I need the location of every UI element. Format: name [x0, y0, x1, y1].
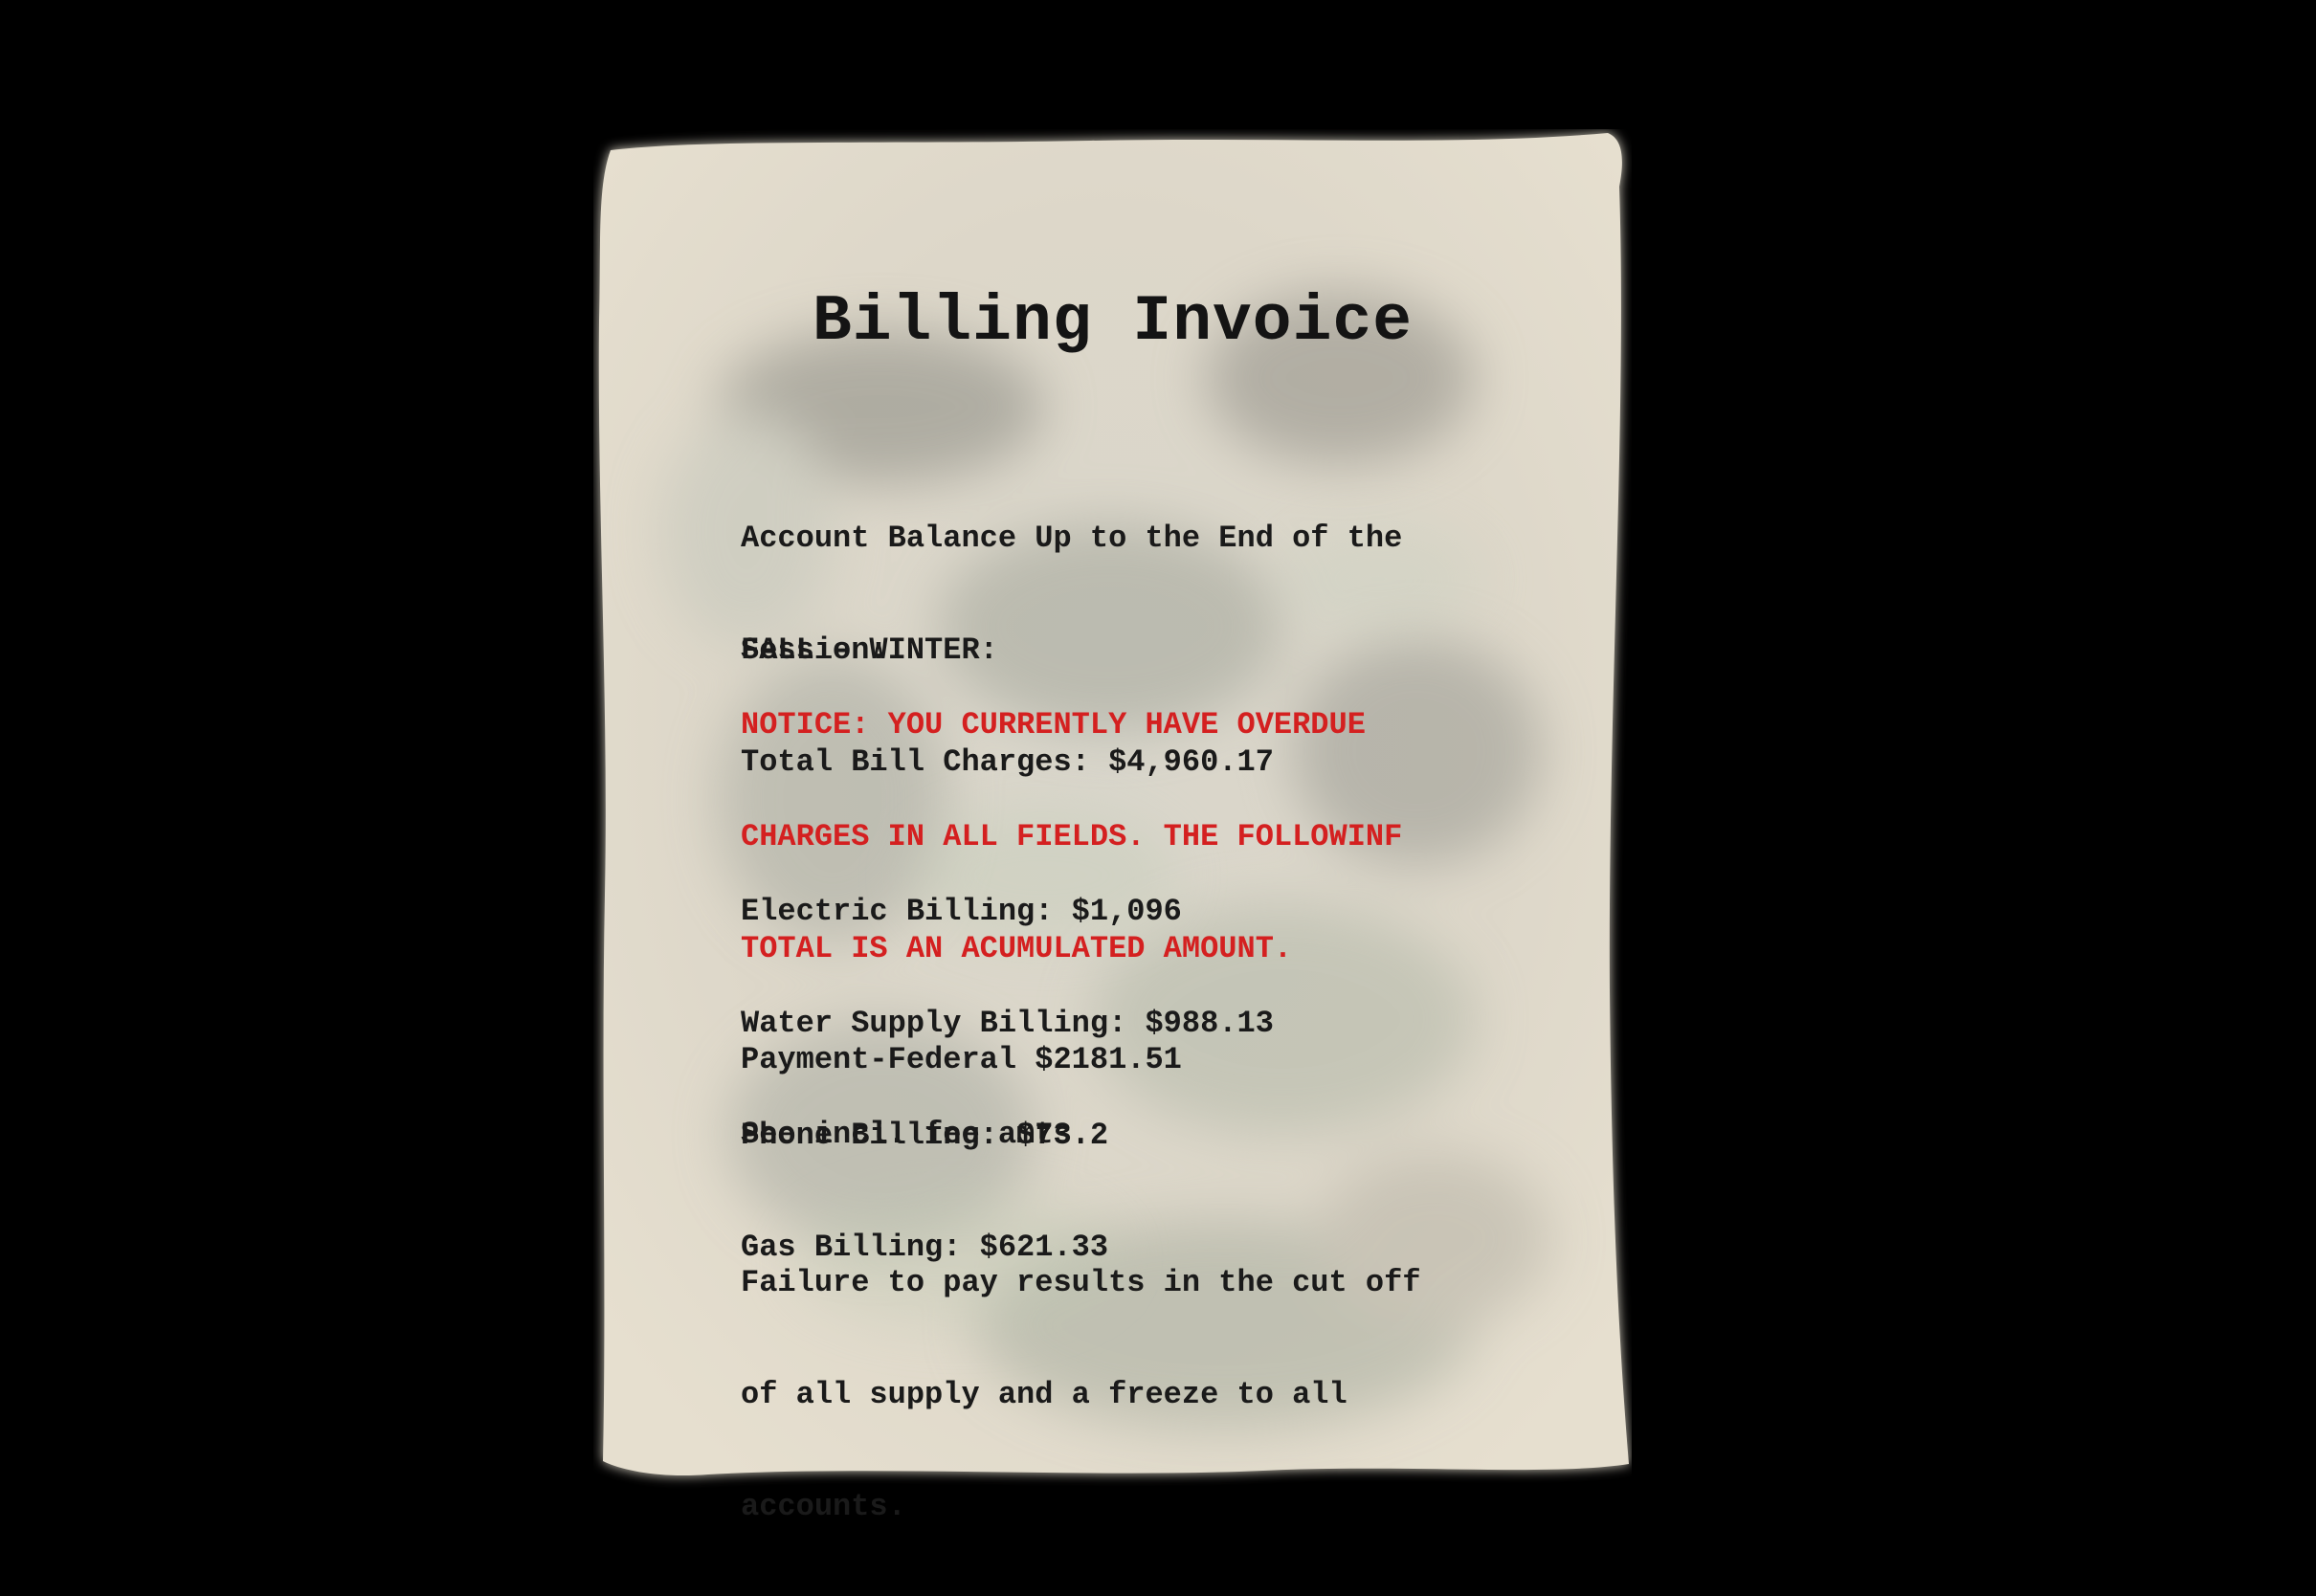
invoice-content: Billing Invoice Account Balance Up to th…: [593, 129, 1632, 1524]
notice-line: NOTICE: YOU CURRENTLY HAVE OVERDUE: [741, 707, 1366, 743]
fee-note: See incl. fee amts.: [741, 1117, 1090, 1152]
invoice-title: Billing Invoice: [812, 285, 1414, 359]
bill-item-water: Water Supply Billing: $988.13: [741, 1006, 1274, 1041]
payment-line: Payment-Federal $2181.51: [741, 1042, 1182, 1077]
invoice-paper: Billing Invoice Account Balance Up to th…: [593, 129, 1632, 1524]
failure-line: of all supply and a freeze to all: [741, 1377, 1347, 1412]
account-balance-line: Account Balance Up to the End of the: [741, 521, 1403, 556]
failure-line: Failure to pay results in the cut off: [741, 1265, 1421, 1300]
failure-warning: Failure to pay results in the cut off of…: [741, 1189, 1506, 1596]
bill-item-electric: Electric Billing: $1,096: [741, 894, 1182, 929]
game-scene: Billing Invoice Account Balance Up to th…: [0, 0, 2316, 1596]
failure-line: accounts.: [741, 1489, 906, 1524]
